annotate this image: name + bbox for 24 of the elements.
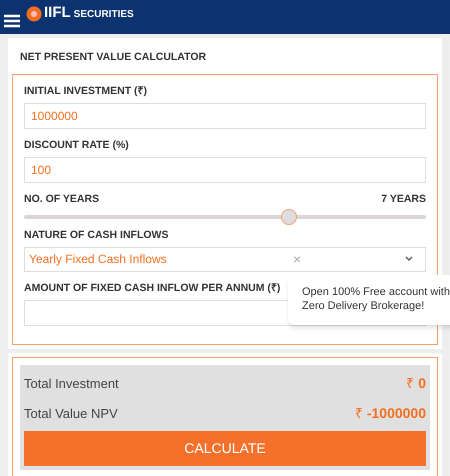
slider-thumb[interactable] (281, 208, 298, 225)
field-label: AMOUNT OF FIXED CASH INFLOW PER ANNUM (₹) (24, 282, 280, 295)
calculate-button[interactable]: CALCULATE (24, 430, 426, 466)
result-label: Total Value NPV (24, 405, 118, 423)
field-label: NATURE OF CASH INFLOWS (24, 228, 168, 242)
brand-suffix: SECURITIES (74, 8, 134, 22)
logo-icon (26, 6, 42, 22)
result-value: 0 (418, 374, 426, 394)
chevron-down-icon (405, 256, 413, 262)
currency-symbol: ₹ (354, 404, 363, 424)
slider-reading: 7 YEARS (381, 192, 426, 206)
promo-message: Open 100% Free account with Zero Delivery Brokerage! (302, 285, 450, 313)
field-label: NO. OF YEARS (24, 192, 100, 206)
field-label: INITIAL INVESTMENT (₹) (24, 84, 148, 98)
text-field[interactable]: 100 (24, 156, 426, 183)
slider-track[interactable] (24, 208, 426, 225)
calculator-title: NET PRESENT VALUE CALCULATOR (20, 50, 208, 65)
currency-symbol: ₹ (406, 374, 414, 394)
field-label: DISCOUNT RATE (%) (24, 138, 129, 152)
text-field[interactable]: 1000000 (24, 102, 426, 129)
menu-icon[interactable] (4, 14, 20, 28)
result-value: -1000000 (366, 404, 426, 424)
result-label: Total Investment (24, 375, 119, 393)
brand-name: IIFL (44, 2, 71, 23)
